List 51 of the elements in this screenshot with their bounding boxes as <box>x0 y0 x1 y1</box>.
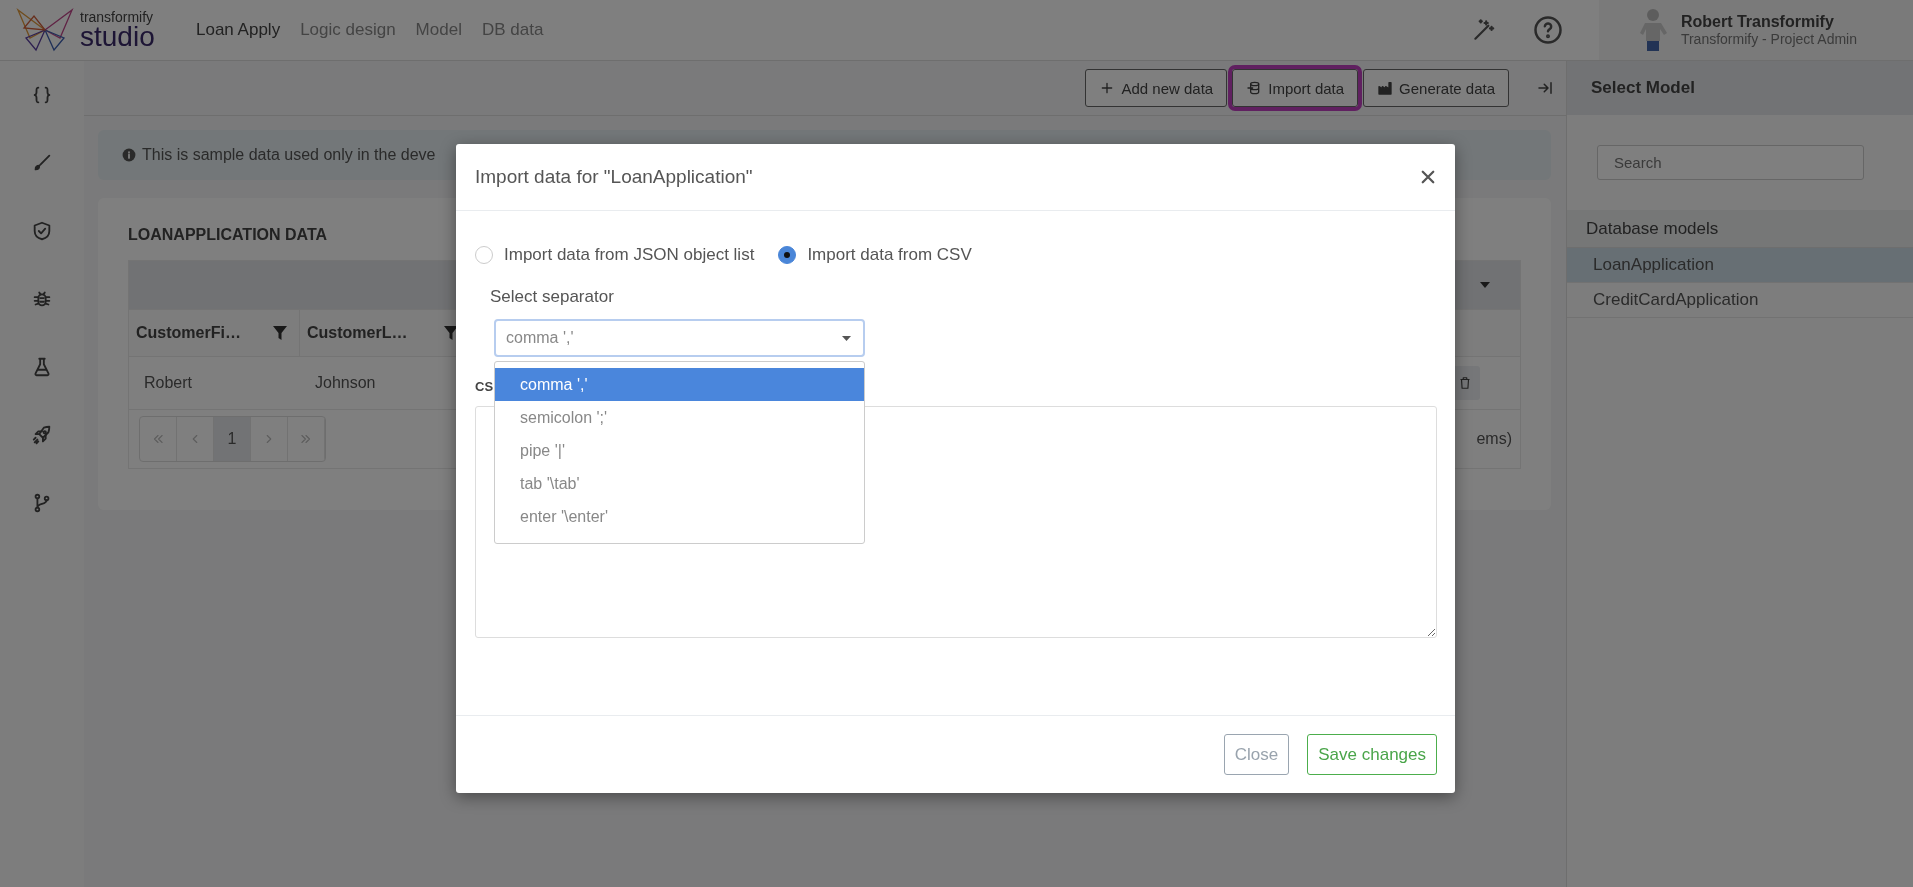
user-menu[interactable]: Robert Transformify Transformify - Project Admin <box>1598 0 1913 60</box>
caret-down-icon <box>842 335 851 341</box>
dropdown-option[interactable]: tab '\tab' <box>495 467 864 500</box>
items-count: ems) <box>1476 430 1512 448</box>
close-button[interactable]: Close <box>1223 734 1290 775</box>
dropdown-option[interactable]: pipe '|' <box>495 434 864 467</box>
radio-label: Import data from CSV <box>807 245 972 265</box>
dropdown-option[interactable]: comma ',' <box>495 368 864 401</box>
search-field[interactable]: Search <box>1597 145 1864 180</box>
radio-label: Import data from JSON object list <box>504 245 755 265</box>
collapse-panel-icon[interactable] <box>1536 79 1554 97</box>
field-label: Select separator <box>490 287 615 307</box>
toolbar-button[interactable]: Add new data <box>1085 69 1228 107</box>
nav-link[interactable]: Logic design <box>300 20 396 40</box>
model-item[interactable]: CreditCardApplication <box>1567 283 1913 318</box>
user-role: Transformify - Project Admin <box>1680 31 1857 47</box>
close-icon <box>1419 168 1437 186</box>
nav-link[interactable]: DB data <box>481 20 544 40</box>
braces-icon[interactable] <box>31 84 53 106</box>
table-cell-text: Johnson <box>314 374 377 392</box>
factory-icon <box>1377 80 1394 96</box>
logo-wordmark: studio <box>80 24 155 50</box>
panel-title: Select Model <box>1567 61 1913 115</box>
dropdown-option[interactable]: enter '\enter' <box>495 500 864 533</box>
field-label: CS <box>475 379 494 394</box>
butterfly-logo-icon <box>16 8 74 52</box>
rocket-icon[interactable] <box>31 424 53 446</box>
model-item[interactable]: LoanApplication <box>1567 248 1913 283</box>
card-title: LOANAPPLICATION DATA <box>128 226 329 244</box>
info-icon <box>122 148 136 162</box>
dropdown-option[interactable]: semicolon ';' <box>495 401 864 434</box>
help-icon[interactable] <box>1532 15 1563 45</box>
filter-icon[interactable] <box>444 326 458 340</box>
radio-button[interactable] <box>778 246 797 264</box>
trash-icon <box>1458 376 1472 390</box>
page-button[interactable]: 1 <box>214 417 251 461</box>
user-name: Robert Transformify <box>1680 13 1835 31</box>
table-cell-text: Robert <box>143 374 194 392</box>
nav-link[interactable]: Model <box>415 20 462 40</box>
close-button[interactable] <box>1419 168 1437 186</box>
dialog-title: Import data for "LoanApplication" <box>475 166 753 188</box>
shield-check-icon[interactable] <box>31 220 53 242</box>
save-button[interactable]: Save changes <box>1307 734 1437 775</box>
group-header: Database models <box>1567 210 1913 248</box>
caret-down-icon[interactable] <box>1480 282 1490 288</box>
nav-link[interactable]: Loan Apply <box>196 20 281 40</box>
separator-select[interactable]: comma ',' <box>494 319 865 357</box>
column-header[interactable]: CustomerFi… <box>129 310 300 356</box>
info-text: This is sample data used only in the deve <box>142 146 436 164</box>
logo-text: transformify <box>80 10 155 24</box>
toolbar-button[interactable]: Generate data <box>1363 69 1509 107</box>
